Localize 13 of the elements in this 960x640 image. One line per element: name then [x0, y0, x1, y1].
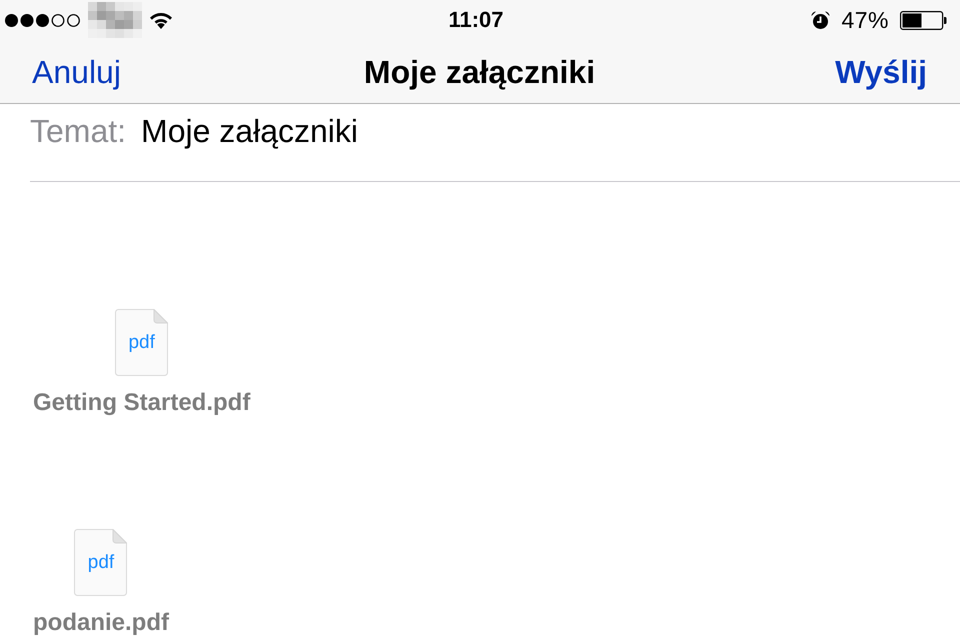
- alarm-clock-icon: [811, 10, 830, 30]
- send-button[interactable]: Wyślij: [835, 52, 927, 90]
- subject-field[interactable]: Moje załączniki: [141, 112, 960, 150]
- battery-icon: [900, 10, 947, 30]
- attachment-name: Getting Started.pdf: [33, 389, 250, 417]
- attachment-name: podanie.pdf: [33, 609, 169, 637]
- battery-percent: 47%: [841, 7, 889, 33]
- wifi-icon: [149, 11, 173, 29]
- status-time: 11:07: [448, 7, 504, 33]
- subject-label: Temat:: [30, 112, 126, 150]
- nav-title: Moje załączniki: [364, 52, 596, 90]
- signal-strength-icon: [5, 14, 81, 26]
- cancel-button[interactable]: Anuluj: [32, 52, 121, 90]
